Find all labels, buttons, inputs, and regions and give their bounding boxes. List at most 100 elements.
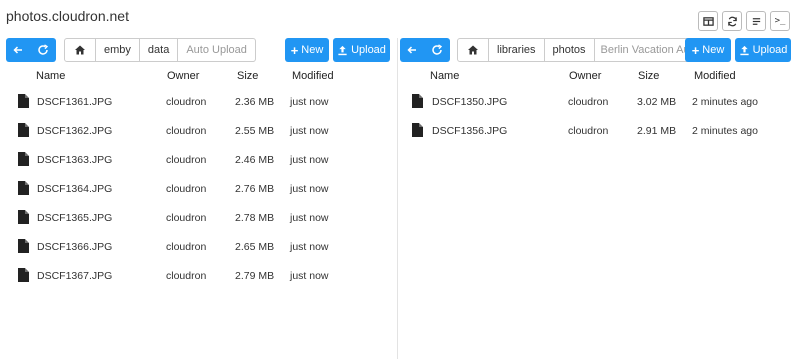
table-row[interactable]: DSCF1361.JPG cloudron 2.36 MB just now [6, 87, 390, 116]
table-row[interactable]: DSCF1365.JPG cloudron 2.78 MB just now [6, 203, 390, 232]
file-name[interactable]: DSCF1365.JPG [37, 212, 112, 224]
upload-label: Upload [351, 44, 386, 56]
file-owner: cloudron [166, 241, 207, 253]
left-upload-button[interactable]: Upload [333, 38, 390, 62]
file-modified: just now [290, 212, 329, 224]
breadcrumb: libraries photos Berlin Vacation Aug [457, 38, 703, 62]
new-label: New [301, 44, 324, 56]
table-row[interactable]: DSCF1350.JPG cloudron 3.02 MB 2 minutes ago [400, 87, 794, 116]
file-name[interactable]: DSCF1362.JPG [37, 125, 112, 137]
left-refresh-button[interactable] [30, 38, 56, 62]
column-header-modified[interactable]: Modified [292, 70, 334, 82]
file-owner: cloudron [166, 154, 207, 166]
file-owner: cloudron [568, 96, 609, 108]
file-modified: 2 minutes ago [692, 125, 758, 137]
sync-button[interactable] [722, 11, 742, 31]
breadcrumb-home[interactable] [64, 38, 96, 62]
file-size: 2.76 MB [235, 183, 275, 195]
arrow-left-icon [407, 46, 416, 54]
upload-icon [338, 45, 347, 55]
plus-icon: + [691, 42, 700, 58]
file-icon [18, 181, 29, 195]
file-name[interactable]: DSCF1364.JPG [37, 183, 112, 195]
column-header-name[interactable]: Name [36, 70, 65, 82]
table-row[interactable]: DSCF1356.JPG cloudron 2.91 MB 2 minutes ago [400, 116, 794, 145]
file-modified: just now [290, 241, 329, 253]
column-header-name[interactable]: Name [430, 70, 459, 82]
right-upload-button[interactable]: Upload [735, 38, 791, 62]
file-icon [412, 123, 423, 137]
right-pane: libraries photos Berlin Vacation Aug + N… [400, 38, 794, 359]
table-row[interactable]: DSCF1364.JPG cloudron 2.76 MB just now [6, 174, 390, 203]
file-size: 2.46 MB [235, 154, 275, 166]
file-size: 3.02 MB [637, 96, 677, 108]
upload-label: Upload [752, 44, 788, 56]
file-size: 2.78 MB [235, 212, 275, 224]
breadcrumb-current[interactable]: Auto Upload [178, 38, 256, 62]
refresh-icon [432, 44, 443, 55]
file-size: 2.65 MB [235, 241, 275, 253]
sync-icon [727, 16, 737, 26]
file-icon [18, 94, 29, 108]
file-modified: just now [290, 154, 329, 166]
file-size: 2.91 MB [637, 125, 677, 137]
left-pane: emby data Auto Upload + New Upload Name … [6, 38, 390, 359]
right-back-button[interactable] [400, 38, 424, 62]
file-modified: just now [290, 270, 329, 282]
right-refresh-button[interactable] [424, 38, 450, 62]
table-row[interactable]: DSCF1362.JPG cloudron 2.55 MB just now [6, 116, 390, 145]
file-size: 2.79 MB [235, 270, 275, 282]
file-owner: cloudron [166, 96, 207, 108]
plus-icon: + [290, 42, 299, 58]
terminal-button[interactable]: >_ [770, 11, 790, 31]
breadcrumb-item[interactable]: libraries [489, 38, 545, 62]
top-actions: >_ [698, 11, 790, 31]
list-button[interactable] [746, 11, 766, 31]
right-new-button[interactable]: + New [685, 38, 731, 62]
column-header-owner[interactable]: Owner [167, 70, 199, 82]
left-new-button[interactable]: + New [285, 38, 329, 62]
breadcrumb-item[interactable]: photos [544, 38, 595, 62]
view-toggle-icon [702, 16, 714, 26]
file-owner: cloudron [166, 270, 207, 282]
terminal-icon: >_ [774, 16, 786, 26]
column-header-size[interactable]: Size [638, 70, 659, 82]
breadcrumb-item[interactable]: data [139, 38, 179, 62]
file-icon [18, 239, 29, 253]
table-row[interactable]: DSCF1367.JPG cloudron 2.79 MB just now [6, 261, 390, 290]
file-owner: cloudron [166, 212, 207, 224]
file-name[interactable]: DSCF1356.JPG [432, 125, 507, 137]
file-name[interactable]: DSCF1363.JPG [37, 154, 112, 166]
file-icon [18, 268, 29, 282]
arrow-left-icon [13, 46, 22, 54]
new-label: New [702, 44, 725, 56]
pane-divider[interactable] [397, 38, 398, 359]
left-toolbar: emby data Auto Upload + New Upload [6, 38, 390, 62]
table-header: Name Owner Size Modified [6, 70, 390, 84]
view-toggle-button[interactable] [698, 11, 718, 31]
list-icon [752, 17, 760, 25]
table-row[interactable]: DSCF1363.JPG cloudron 2.46 MB just now [6, 145, 390, 174]
file-modified: just now [290, 183, 329, 195]
breadcrumb: emby data Auto Upload [64, 38, 256, 62]
file-icon [18, 152, 29, 166]
left-back-button[interactable] [6, 38, 30, 62]
file-owner: cloudron [166, 125, 207, 137]
column-header-modified[interactable]: Modified [694, 70, 736, 82]
home-icon [468, 45, 478, 55]
upload-icon [739, 45, 749, 55]
file-owner: cloudron [568, 125, 609, 137]
file-name[interactable]: DSCF1367.JPG [37, 270, 112, 282]
file-name[interactable]: DSCF1361.JPG [37, 96, 112, 108]
breadcrumb-home[interactable] [457, 38, 489, 62]
file-size: 2.36 MB [235, 96, 275, 108]
file-list: DSCF1350.JPG cloudron 3.02 MB 2 minutes ago… [400, 87, 794, 145]
column-header-size[interactable]: Size [237, 70, 258, 82]
file-size: 2.55 MB [235, 125, 275, 137]
file-name[interactable]: DSCF1366.JPG [37, 241, 112, 253]
table-row[interactable]: DSCF1366.JPG cloudron 2.65 MB just now [6, 232, 390, 261]
file-name[interactable]: DSCF1350.JPG [432, 96, 507, 108]
breadcrumb-item[interactable]: emby [96, 38, 140, 62]
file-icon [18, 210, 29, 224]
column-header-owner[interactable]: Owner [569, 70, 601, 82]
